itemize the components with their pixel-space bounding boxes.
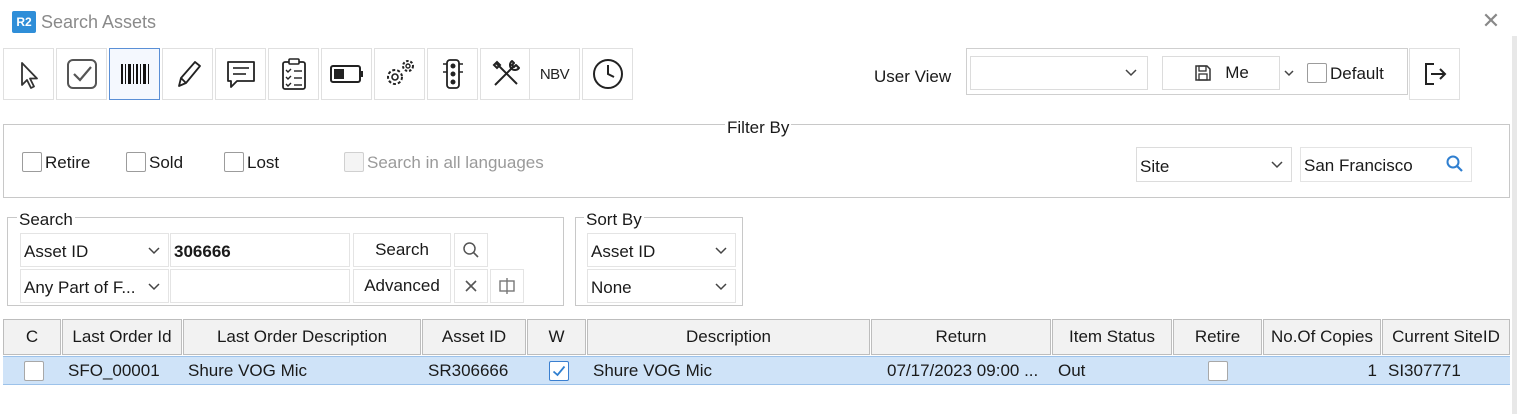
chevron-down-icon [715,247,727,255]
search-all-languages-checkbox [344,152,364,172]
column-header-description[interactable]: Description [587,319,870,355]
tools-icon[interactable] [480,48,531,100]
filter-field-value: Site [1140,157,1170,176]
column-header-copies[interactable]: No.Of Copies [1263,319,1381,355]
floppy-save-icon [1195,65,1211,81]
magnifier-icon[interactable] [454,233,488,267]
sold-label: Sold [149,153,184,172]
close-icon[interactable]: ✕ [1478,8,1504,34]
match-mode-select[interactable]: Any Part of F... [20,269,169,303]
default-label: Default [1330,64,1384,83]
checkbox-icon[interactable] [56,48,107,100]
second-search-input[interactable] [170,269,350,303]
sort-secondary-select[interactable]: None [587,269,736,303]
column-header-w[interactable]: W [527,319,586,355]
lost-label: Lost [247,153,280,172]
me-dropdown-chevron-icon[interactable] [1282,56,1296,90]
sold-checkbox[interactable] [126,152,146,172]
chevron-down-icon [1125,69,1137,77]
column-header-item-status[interactable]: Item Status [1052,319,1172,355]
battery-icon[interactable] [321,48,372,100]
cell-description: Shure VOG Mic [593,361,713,380]
lost-checkbox[interactable] [224,152,244,172]
traffic-light-icon[interactable] [427,48,478,100]
site-value: San Francisco [1304,156,1413,175]
retire-label: Retire [45,153,91,172]
pencil-icon[interactable] [162,48,213,100]
chevron-down-icon [148,283,160,291]
chevron-down-icon [148,247,160,255]
match-mode-value: Any Part of F... [24,278,136,297]
column-header-current-site-id[interactable]: Current SiteID [1382,319,1510,355]
clear-icon[interactable] [454,269,488,303]
column-header-asset-id[interactable]: Asset ID [422,319,526,355]
filter-by-legend: Filter By [725,118,792,138]
search-button[interactable]: Search [353,233,451,267]
nbv-icon[interactable]: NBV [529,48,580,100]
vertical-scrollbar[interactable] [1512,36,1517,414]
checkmark-icon [552,365,566,377]
search-field-value: Asset ID [24,242,89,261]
search-legend: Search [17,210,75,230]
column-header-c[interactable]: C [3,319,61,355]
column-header-return[interactable]: Return [871,319,1051,355]
cell-copies: 1 [1367,361,1377,380]
sort-by-legend: Sort By [584,210,644,230]
search-all-languages-label: Search in all languages [367,153,544,172]
cell-last-order-description: Shure VOG Mic [188,361,308,380]
cell-return: 07/17/2023 09:00 ... [887,361,1039,380]
sort-primary-select[interactable]: Asset ID [587,233,736,267]
default-checkbox[interactable] [1307,63,1327,83]
chevron-down-icon [715,283,727,291]
save-view-button[interactable]: Me [1162,56,1280,90]
select-arrow-icon[interactable] [3,48,54,100]
cell-current-site-id: SI307771 [1388,361,1461,380]
row-w-checkbox[interactable] [549,361,569,381]
barcode-icon[interactable] [109,48,160,100]
search-input[interactable]: 306666 [170,233,350,267]
clock-icon[interactable] [582,48,633,100]
advanced-button[interactable]: Advanced [353,269,451,303]
user-view-select[interactable] [970,56,1148,90]
cell-last-order-id: SFO_00001 [68,361,160,380]
nbv-label: NBV [539,65,570,83]
filter-field-select[interactable]: Site [1136,147,1292,182]
clipboard-checklist-icon[interactable] [268,48,319,100]
column-header-last-order-id[interactable]: Last Order Id [62,319,182,355]
column-layout-icon[interactable] [490,269,524,303]
column-header-last-order-description[interactable]: Last Order Description [183,319,421,355]
row-retire-checkbox[interactable] [1208,361,1228,381]
search-field-select[interactable]: Asset ID [20,233,169,267]
exit-icon[interactable] [1409,48,1460,100]
me-label: Me [1225,63,1249,82]
search-input-value: 306666 [174,242,231,261]
user-view-label: User View [874,67,952,86]
sort-secondary-value: None [591,278,632,297]
search-icon[interactable] [1445,154,1465,174]
column-header-retire[interactable]: Retire [1173,319,1262,355]
site-value-field[interactable]: San Francisco [1300,147,1472,182]
gears-icon[interactable] [374,48,425,100]
chevron-down-icon [1271,161,1283,169]
cell-asset-id: SR306666 [428,361,509,380]
row-c-checkbox[interactable] [24,361,44,381]
app-logo: R2 [12,11,36,33]
window-title: Search Assets [41,12,157,32]
cell-item-status: Out [1058,361,1086,380]
sort-primary-value: Asset ID [591,242,656,261]
retire-checkbox[interactable] [22,152,42,172]
comment-icon[interactable] [215,48,266,100]
